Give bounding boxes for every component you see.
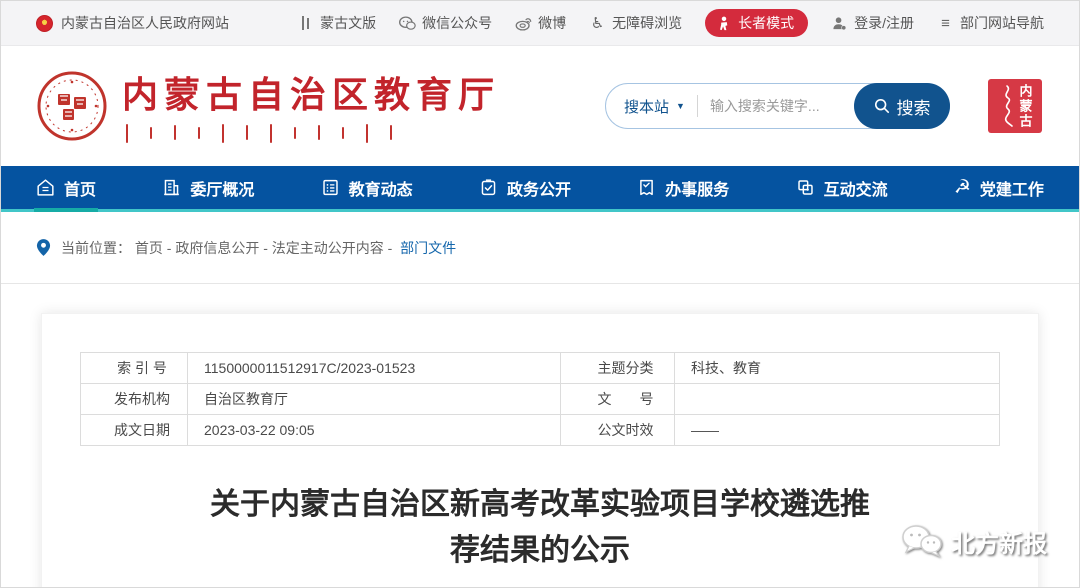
document-card: 索 引 号 1150000011512917C/2023-01523 主题分类 … xyxy=(41,313,1039,588)
meta-label-validity: 公文时效 xyxy=(561,415,675,446)
nav-item-party-building[interactable]: ☭ 党建工作 xyxy=(954,166,1044,209)
user-icon xyxy=(831,15,848,32)
meta-value-topic-category: 科技、教育 xyxy=(675,353,1000,384)
search-input[interactable] xyxy=(710,98,849,114)
meta-label-index-number: 索 引 号 xyxy=(81,353,188,384)
elder-mode-button[interactable]: 长者模式 xyxy=(705,9,808,37)
department-seal-icon xyxy=(36,70,108,142)
topbar-link-weibo[interactable]: 微博 xyxy=(515,13,566,33)
weibo-icon xyxy=(515,15,532,32)
nav-item-gov-disclosure[interactable]: 政务公开 xyxy=(479,166,571,209)
page: ★ 内蒙古自治区人民政府网站 蒙古文版 微信公众号 微博 ♿ xyxy=(0,0,1080,588)
topbar-link-login[interactable]: 登录/注册 xyxy=(831,13,914,33)
site-logo[interactable]: 内蒙古自治区教育厅 xyxy=(36,66,500,146)
brand-block: 内蒙古自治区教育厅 xyxy=(122,66,500,146)
red-stamp-icon: 内蒙古 xyxy=(988,79,1042,133)
main-nav: 首页 委厅概况 教育动态 政务公开 办事服务 互动交流 ☭ 党建工作 xyxy=(1,166,1079,212)
party-icon: ☭ xyxy=(954,178,971,197)
site-header: 内蒙古自治区教育厅 搜本站 ▼ 搜索 xyxy=(1,46,1079,166)
breadcrumb: 当前位置： 首页 - 政府信息公开 - 法定主动公开内容 - 部门文件 xyxy=(61,238,456,258)
document-meta-table: 索 引 号 1150000011512917C/2023-01523 主题分类 … xyxy=(80,352,1000,446)
meta-value-doc-number xyxy=(675,384,1000,415)
table-row: 发布机构 自治区教育厅 文 号 xyxy=(81,384,1000,415)
nav-item-interaction[interactable]: 互动交流 xyxy=(796,166,888,209)
meta-label-doc-number: 文 号 xyxy=(561,384,675,415)
topbar-link-site-nav[interactable]: ≡ 部门网站导航 xyxy=(937,13,1044,33)
nav-item-overview[interactable]: 委厅概况 xyxy=(162,166,254,209)
location-pin-icon xyxy=(36,238,51,257)
topbar-link-wechat[interactable]: 微信公众号 xyxy=(399,13,492,33)
meta-label-issuing-agency: 发布机构 xyxy=(81,384,188,415)
page-title: 关于内蒙古自治区新高考改革实验项目学校遴选推 荐结果的公示 xyxy=(80,482,1000,574)
nav-item-home[interactable]: 首页 xyxy=(36,166,96,209)
menu-icon: ≡ xyxy=(937,15,954,32)
meta-value-written-date: 2023-03-22 09:05 xyxy=(188,415,561,446)
breadcrumb-current[interactable]: 部门文件 xyxy=(400,240,456,256)
topbar-links: 蒙古文版 微信公众号 微博 ♿ 无障碍浏览 xyxy=(297,9,1044,37)
search-box: 搜本站 ▼ 搜索 xyxy=(605,83,950,129)
mongolian-script-icon xyxy=(297,16,314,31)
breadcrumb-path: 首页 - 政府信息公开 - 法定主动公开内容 - xyxy=(135,240,396,256)
news-list-icon xyxy=(321,178,340,197)
search-zone: 搜本站 ▼ 搜索 内蒙古 xyxy=(605,79,1042,133)
breadcrumb-bar: 当前位置： 首页 - 政府信息公开 - 法定主动公开内容 - 部门文件 xyxy=(1,212,1079,284)
site-title: 内蒙古自治区教育厅 xyxy=(122,66,500,118)
main-content: 索 引 号 1150000011512917C/2023-01523 主题分类 … xyxy=(1,284,1079,588)
document-service-icon xyxy=(637,178,656,197)
topbar-link-mongolian[interactable]: 蒙古文版 xyxy=(297,13,376,33)
breadcrumb-prefix: 当前位置： xyxy=(61,240,131,256)
nav-item-education-news[interactable]: 教育动态 xyxy=(321,166,413,209)
table-row: 成文日期 2023-03-22 09:05 公文时效 —— xyxy=(81,415,1000,446)
meta-value-issuing-agency: 自治区教育厅 xyxy=(188,384,561,415)
nav-item-services[interactable]: 办事服务 xyxy=(637,166,729,209)
search-icon xyxy=(874,98,890,114)
government-portal-label: 内蒙古自治区人民政府网站 xyxy=(61,13,229,33)
meta-value-validity: —— xyxy=(675,415,1000,446)
search-divider xyxy=(697,95,698,117)
page-title-line1: 关于内蒙古自治区新高考改革实验项目学校遴选推 xyxy=(80,482,1000,528)
accessibility-icon: ♿ xyxy=(589,15,606,32)
stamp-text: 内蒙古 xyxy=(1019,84,1032,129)
page-title-line2: 荐结果的公示 xyxy=(80,528,1000,574)
search-button[interactable]: 搜索 xyxy=(854,83,950,129)
meta-label-topic-category: 主题分类 xyxy=(561,353,675,384)
chevron-down-icon: ▼ xyxy=(676,101,685,111)
home-icon xyxy=(36,178,55,197)
building-icon xyxy=(162,178,181,197)
meta-label-written-date: 成文日期 xyxy=(81,415,188,446)
elder-icon xyxy=(715,15,732,32)
topbar-link-accessibility[interactable]: ♿ 无障碍浏览 xyxy=(589,13,682,33)
search-scope-dropdown[interactable]: 搜本站 ▼ xyxy=(624,96,685,117)
table-row: 索 引 号 1150000011512917C/2023-01523 主题分类 … xyxy=(81,353,1000,384)
national-emblem-icon: ★ xyxy=(36,15,53,32)
top-utility-bar: ★ 内蒙古自治区人民政府网站 蒙古文版 微信公众号 微博 ♿ xyxy=(1,1,1079,46)
clipboard-check-icon xyxy=(479,178,498,197)
interaction-icon xyxy=(796,178,815,197)
mongolian-subtitle xyxy=(122,124,500,146)
meta-value-index-number: 1150000011512917C/2023-01523 xyxy=(188,353,561,384)
government-portal-link[interactable]: ★ 内蒙古自治区人民政府网站 xyxy=(36,13,229,33)
wechat-icon xyxy=(399,15,416,32)
